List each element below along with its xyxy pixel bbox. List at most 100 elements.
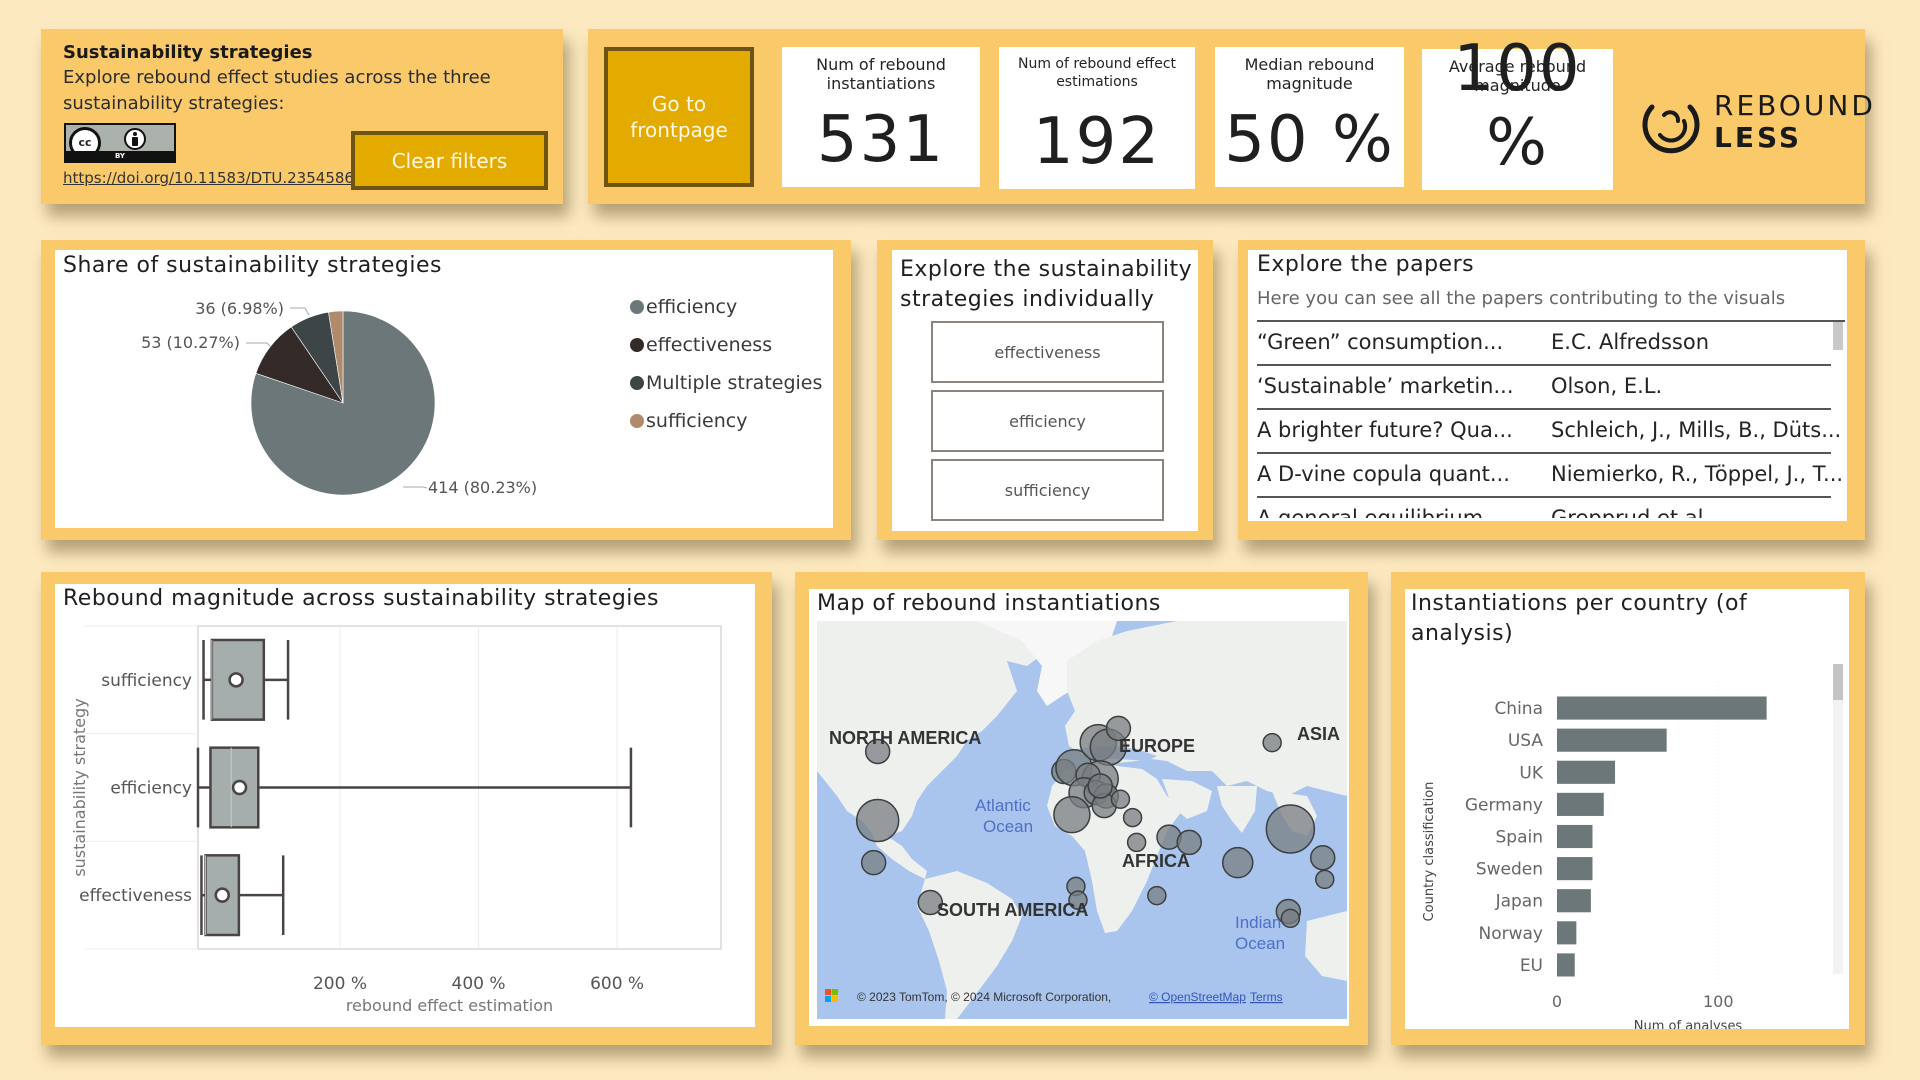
y-tick-label: effectiveness bbox=[79, 886, 192, 906]
pie-chart-card: Share of sustainability strategies 414 (… bbox=[55, 250, 833, 528]
y-tick-label: sufficiency bbox=[101, 671, 192, 691]
go-to-frontpage-label-2: frontpage bbox=[630, 118, 728, 142]
paper-row[interactable]: ‘Sustainable’ marketin... Olson, E.L. bbox=[1257, 366, 1831, 410]
terms-link[interactable]: Terms bbox=[1250, 990, 1283, 1004]
map-bubble bbox=[1280, 908, 1301, 929]
legend-marker-effectiveness bbox=[630, 338, 644, 352]
legend-label: effectiveness bbox=[646, 334, 772, 356]
papers-table: “Green” consumption... E.C. Alfredsson ‘… bbox=[1257, 320, 1845, 518]
map-bubble bbox=[855, 798, 900, 843]
paper-authors: Olson, E.L. bbox=[1551, 374, 1663, 398]
slicer-option-effectiveness[interactable]: effectiveness bbox=[931, 321, 1164, 383]
rebound-less-logo-icon bbox=[1642, 104, 1700, 154]
map-panel: Map of rebound instantiations NORTH AMER… bbox=[795, 572, 1368, 1045]
map-bubble bbox=[1265, 804, 1316, 854]
papers-table-card: Explore the papers Here you can see all … bbox=[1248, 250, 1847, 521]
slicer-option-sufficiency[interactable]: sufficiency bbox=[931, 459, 1164, 521]
doi-link[interactable]: https://doi.org/10.11583/DTU.23545863 bbox=[63, 169, 364, 187]
paper-row[interactable]: “Green” consumption... E.C. Alfredsson bbox=[1257, 322, 1831, 366]
paper-authors: Grepprud et al. bbox=[1551, 506, 1711, 518]
clear-filters-button[interactable]: Clear filters bbox=[351, 131, 548, 190]
paper-row[interactable]: A D-vine copula quant... Niemierko, R., … bbox=[1257, 454, 1843, 498]
kpi-panel: Go to frontpage Num of rebound instantiat… bbox=[588, 29, 1873, 204]
papers-scrollbar[interactable] bbox=[1833, 322, 1843, 350]
paper-title: ‘Sustainable’ marketin... bbox=[1257, 374, 1514, 398]
map-bubble bbox=[1262, 732, 1282, 753]
slicer-option-efficiency[interactable]: efficiency bbox=[931, 390, 1164, 452]
kpi-label: Num of rebound instantiations bbox=[816, 55, 946, 93]
bar-norway bbox=[1557, 921, 1577, 945]
bar-usa bbox=[1557, 728, 1667, 752]
kpi-card-estimations: Num of rebound effect estimations 192 bbox=[999, 47, 1195, 189]
bar-sweden bbox=[1557, 857, 1593, 881]
legend-label: Multiple strategies bbox=[646, 372, 822, 394]
mean-marker bbox=[214, 887, 230, 903]
map-bubble bbox=[1309, 844, 1336, 871]
label-atlantic-2: Ocean bbox=[983, 817, 1033, 836]
map-bubble bbox=[1126, 832, 1147, 853]
y-tick-label: Japan bbox=[1495, 892, 1543, 912]
paper-row[interactable]: A brighter future? Qua... Schleich, J., … bbox=[1257, 410, 1841, 454]
kpi-card-instantiations: Num of rebound instantiations 531 bbox=[782, 47, 980, 187]
paper-title: A general equilibrium ... bbox=[1257, 506, 1510, 518]
page-title: Sustainability strategies bbox=[63, 42, 313, 63]
y-tick-label: Sweden bbox=[1476, 860, 1543, 880]
map-bubble bbox=[1110, 789, 1131, 810]
strategy-slicer-card: Explore the sustainability strategies ind… bbox=[892, 250, 1198, 531]
map-bubble bbox=[1222, 846, 1254, 879]
label-atlantic-1: Atlantic bbox=[975, 796, 1031, 815]
logo-text-less: LESS bbox=[1714, 121, 1803, 154]
y-tick-label: UK bbox=[1519, 763, 1543, 783]
x-axis-title: rebound effect estimation bbox=[346, 996, 553, 1015]
go-to-frontpage-button[interactable]: Go to frontpage bbox=[604, 47, 754, 187]
x-tick-label: 400 % bbox=[452, 974, 506, 994]
map-bubble bbox=[1087, 773, 1113, 799]
go-to-frontpage-label-1: Go to bbox=[651, 92, 707, 116]
bar-china bbox=[1557, 696, 1767, 720]
paper-authors: E.C. Alfredsson bbox=[1551, 330, 1710, 354]
world-map[interactable]: NORTH AMERICA EUROPE ASIA AFRICA SOUTH A… bbox=[817, 621, 1347, 1019]
legend-marker-sufficiency bbox=[630, 414, 644, 428]
map-attribution: © 2023 TomTom, © 2024 Microsoft Corporat… bbox=[857, 990, 1111, 1004]
kpi-label: Num of rebound effect estimations bbox=[1017, 56, 1177, 90]
bar-chart-scrollbar[interactable] bbox=[1833, 664, 1843, 974]
boxplot-card: Rebound magnitude across sustainability … bbox=[55, 584, 755, 1027]
bar-spain bbox=[1557, 824, 1593, 849]
y-axis-title: Country classification bbox=[1422, 782, 1437, 922]
label-north-america: NORTH AMERICA bbox=[829, 728, 981, 748]
y-tick-label: efficiency bbox=[110, 779, 192, 799]
y-tick-label: Germany bbox=[1465, 795, 1543, 815]
paper-row[interactable]: A general equilibrium ... Grepprud et al… bbox=[1257, 498, 1831, 518]
kpi-value: 100 % bbox=[1453, 32, 1582, 180]
mean-marker bbox=[231, 779, 248, 796]
label-asia: ASIA bbox=[1297, 724, 1340, 744]
label-indian-2: Ocean bbox=[1235, 934, 1285, 953]
label-south-america: SOUTH AMERICA bbox=[937, 900, 1088, 920]
x-tick-label: 600 % bbox=[590, 974, 644, 994]
x-tick-label: 0 bbox=[1552, 992, 1562, 1011]
label-indian-1: Indian bbox=[1235, 913, 1281, 932]
bar-chart-scroll-thumb[interactable] bbox=[1833, 664, 1843, 700]
map-bubble bbox=[1122, 807, 1143, 828]
label-africa: AFRICA bbox=[1122, 851, 1190, 871]
pie-data-label: 414 (80.23%) bbox=[428, 478, 537, 497]
attribution-person-icon bbox=[124, 128, 146, 150]
strategy-slicer-panel: Explore the sustainability strategies ind… bbox=[877, 240, 1213, 540]
pie-chart-panel: Share of sustainability strategies 414 (… bbox=[41, 240, 851, 540]
y-tick-label: Norway bbox=[1479, 924, 1544, 944]
bar-eu bbox=[1557, 953, 1575, 977]
map-bubble bbox=[860, 849, 887, 876]
pie-chart: 414 (80.23%) 53 (10.27%) 36 (6.98%) efficie… bbox=[141, 296, 822, 497]
papers-subtitle: Here you can see all the papers contribu… bbox=[1257, 288, 1786, 309]
papers-title: Explore the papers bbox=[1257, 252, 1475, 277]
pie-data-label: 36 (6.98%) bbox=[195, 299, 284, 318]
slicer-title: Explore the sustainability strategies ind… bbox=[900, 257, 1193, 312]
bar-uk bbox=[1557, 760, 1616, 784]
openstreetmap-link[interactable]: © OpenStreetMap bbox=[1149, 990, 1246, 1004]
legend-label: sufficiency bbox=[646, 410, 747, 432]
country-bar-card: Instantiations per country (of analysis)… bbox=[1405, 589, 1849, 1029]
kpi-value: 192 bbox=[1032, 105, 1162, 179]
logo-text-rebound: REBOUND bbox=[1714, 89, 1876, 122]
page-description: Explore rebound effect studies across th… bbox=[63, 67, 491, 114]
papers-panel: Explore the papers Here you can see all … bbox=[1238, 240, 1865, 540]
